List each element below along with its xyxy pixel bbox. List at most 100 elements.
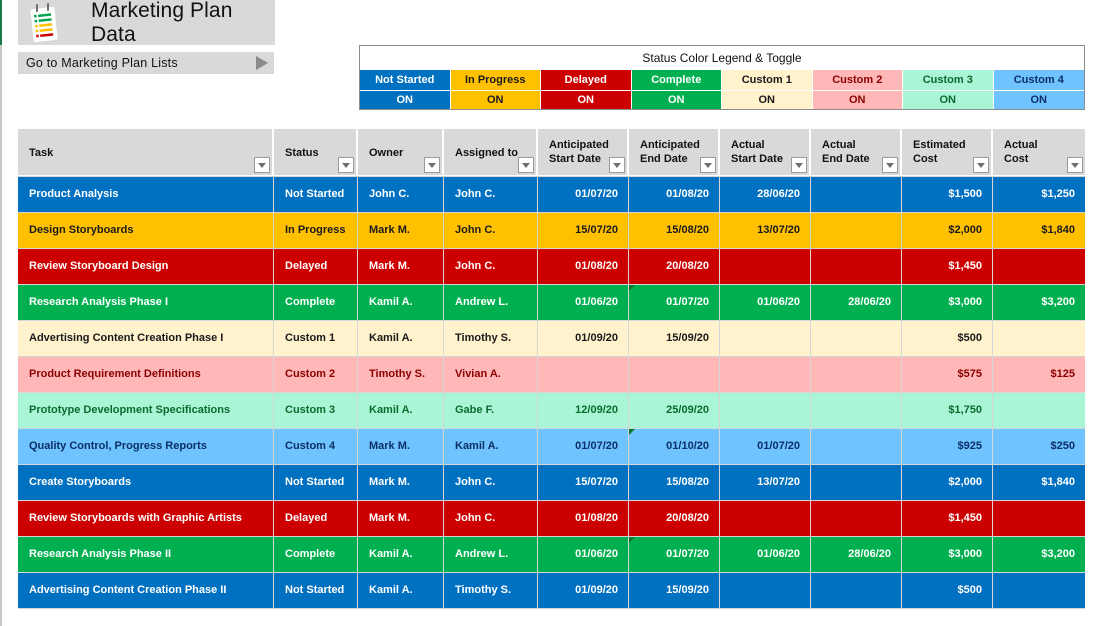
filter-dropdown-button[interactable]	[700, 157, 716, 173]
owner-cell[interactable]: Kamil A.	[358, 572, 444, 608]
anticipated-start-cell[interactable]: 01/07/20	[538, 176, 629, 212]
anticipated-end-cell[interactable]: 01/07/20	[629, 536, 720, 572]
task-cell[interactable]: Quality Control, Progress Reports	[18, 428, 274, 464]
actual-start-cell[interactable]	[720, 356, 811, 392]
assigned-to-cell[interactable]: Andrew L.	[444, 536, 538, 572]
actual-end-cell[interactable]	[811, 212, 902, 248]
actual-cost-cell[interactable]: $1,840	[993, 212, 1085, 248]
table-row[interactable]: Design Storyboards In Progress Mark M. John…	[18, 212, 1085, 248]
task-cell[interactable]: Product Analysis	[18, 176, 274, 212]
owner-cell[interactable]: Kamil A.	[358, 284, 444, 320]
anticipated-end-cell[interactable]: 20/08/20	[629, 248, 720, 284]
status-cell[interactable]: In Progress	[274, 212, 358, 248]
status-cell[interactable]: Not Started	[274, 464, 358, 500]
assigned-to-cell[interactable]: Timothy S.	[444, 572, 538, 608]
task-cell[interactable]: Design Storyboards	[18, 212, 274, 248]
actual-cost-cell[interactable]: $1,840	[993, 464, 1085, 500]
assigned-to-cell[interactable]: Andrew L.	[444, 284, 538, 320]
assigned-to-cell[interactable]: John C.	[444, 176, 538, 212]
anticipated-end-cell[interactable]: 20/08/20	[629, 500, 720, 536]
estimated-cost-cell[interactable]: $3,000	[902, 284, 993, 320]
owner-cell[interactable]: Mark M.	[358, 212, 444, 248]
actual-cost-cell[interactable]: $125	[993, 356, 1085, 392]
task-cell[interactable]: Advertising Content Creation Phase II	[18, 572, 274, 608]
anticipated-end-cell[interactable]	[629, 356, 720, 392]
actual-end-cell[interactable]	[811, 392, 902, 428]
estimated-cost-cell[interactable]: $575	[902, 356, 993, 392]
owner-cell[interactable]: Mark M.	[358, 500, 444, 536]
estimated-cost-cell[interactable]: $500	[902, 320, 993, 356]
actual-end-cell[interactable]	[811, 500, 902, 536]
table-row[interactable]: Advertising Content Creation Phase I Cust…	[18, 320, 1085, 356]
owner-cell[interactable]: Timothy S.	[358, 356, 444, 392]
filter-dropdown-button[interactable]	[973, 157, 989, 173]
legend-toggle-not-started[interactable]: ON	[360, 90, 451, 109]
actual-start-cell[interactable]	[720, 248, 811, 284]
actual-start-cell[interactable]	[720, 572, 811, 608]
table-row[interactable]: Review Storyboards with Graphic Artists D…	[18, 500, 1085, 536]
anticipated-start-cell[interactable]: 01/06/20	[538, 536, 629, 572]
table-row[interactable]: Product Analysis Not Started John C. John C…	[18, 176, 1085, 212]
actual-end-cell[interactable]	[811, 248, 902, 284]
assigned-to-cell[interactable]: John C.	[444, 464, 538, 500]
estimated-cost-cell[interactable]: $1,450	[902, 248, 993, 284]
anticipated-end-cell[interactable]: 01/07/20	[629, 284, 720, 320]
task-cell[interactable]: Advertising Content Creation Phase I	[18, 320, 274, 356]
status-cell[interactable]: Complete	[274, 536, 358, 572]
task-cell[interactable]: Review Storyboards with Graphic Artists	[18, 500, 274, 536]
anticipated-end-cell[interactable]: 15/09/20	[629, 320, 720, 356]
table-row[interactable]: Research Analysis Phase II Complete Kamil …	[18, 536, 1085, 572]
status-cell[interactable]: Custom 4	[274, 428, 358, 464]
anticipated-start-cell[interactable]: 15/07/20	[538, 212, 629, 248]
anticipated-start-cell[interactable]: 01/06/20	[538, 284, 629, 320]
actual-cost-cell[interactable]: $3,200	[993, 284, 1085, 320]
assigned-to-cell[interactable]: Gabe F.	[444, 392, 538, 428]
estimated-cost-cell[interactable]: $925	[902, 428, 993, 464]
anticipated-end-cell[interactable]: 15/08/20	[629, 212, 720, 248]
anticipated-end-cell[interactable]: 15/09/20	[629, 572, 720, 608]
legend-toggle-custom-3[interactable]: ON	[903, 90, 994, 109]
filter-dropdown-button[interactable]	[424, 157, 440, 173]
anticipated-start-cell[interactable]: 01/09/20	[538, 572, 629, 608]
task-cell[interactable]: Prototype Development Specifications	[18, 392, 274, 428]
estimated-cost-cell[interactable]: $500	[902, 572, 993, 608]
actual-start-cell[interactable]: 28/06/20	[720, 176, 811, 212]
estimated-cost-cell[interactable]: $2,000	[902, 464, 993, 500]
legend-toggle-custom-1[interactable]: ON	[722, 90, 813, 109]
actual-end-cell[interactable]	[811, 320, 902, 356]
task-cell[interactable]: Create Storyboards	[18, 464, 274, 500]
actual-end-cell[interactable]	[811, 464, 902, 500]
table-row[interactable]: Advertising Content Creation Phase II Not…	[18, 572, 1085, 608]
status-cell[interactable]: Custom 1	[274, 320, 358, 356]
status-cell[interactable]: Not Started	[274, 572, 358, 608]
estimated-cost-cell[interactable]: $3,000	[902, 536, 993, 572]
estimated-cost-cell[interactable]: $1,450	[902, 500, 993, 536]
legend-toggle-in-progress[interactable]: ON	[450, 90, 541, 109]
filter-dropdown-button[interactable]	[518, 157, 534, 173]
actual-cost-cell[interactable]	[993, 248, 1085, 284]
actual-start-cell[interactable]	[720, 500, 811, 536]
legend-toggle-custom-2[interactable]: ON	[812, 90, 903, 109]
actual-end-cell[interactable]	[811, 428, 902, 464]
filter-dropdown-button[interactable]	[338, 157, 354, 173]
anticipated-end-cell[interactable]: 25/09/20	[629, 392, 720, 428]
task-cell[interactable]: Research Analysis Phase II	[18, 536, 274, 572]
actual-start-cell[interactable]: 13/07/20	[720, 212, 811, 248]
actual-cost-cell[interactable]	[993, 392, 1085, 428]
assigned-to-cell[interactable]: Vivian A.	[444, 356, 538, 392]
owner-cell[interactable]: Kamil A.	[358, 536, 444, 572]
actual-end-cell[interactable]	[811, 572, 902, 608]
owner-cell[interactable]: Kamil A.	[358, 392, 444, 428]
owner-cell[interactable]: Mark M.	[358, 248, 444, 284]
legend-toggle-complete[interactable]: ON	[631, 90, 722, 109]
filter-dropdown-button[interactable]	[791, 157, 807, 173]
table-row[interactable]: Research Analysis Phase I Complete Kamil A…	[18, 284, 1085, 320]
status-cell[interactable]: Delayed	[274, 500, 358, 536]
task-cell[interactable]: Review Storyboard Design	[18, 248, 274, 284]
actual-cost-cell[interactable]: $3,200	[993, 536, 1085, 572]
actual-start-cell[interactable]: 13/07/20	[720, 464, 811, 500]
assigned-to-cell[interactable]: Timothy S.	[444, 320, 538, 356]
actual-start-cell[interactable]	[720, 320, 811, 356]
actual-start-cell[interactable]: 01/06/20	[720, 284, 811, 320]
anticipated-start-cell[interactable]: 01/07/20	[538, 428, 629, 464]
